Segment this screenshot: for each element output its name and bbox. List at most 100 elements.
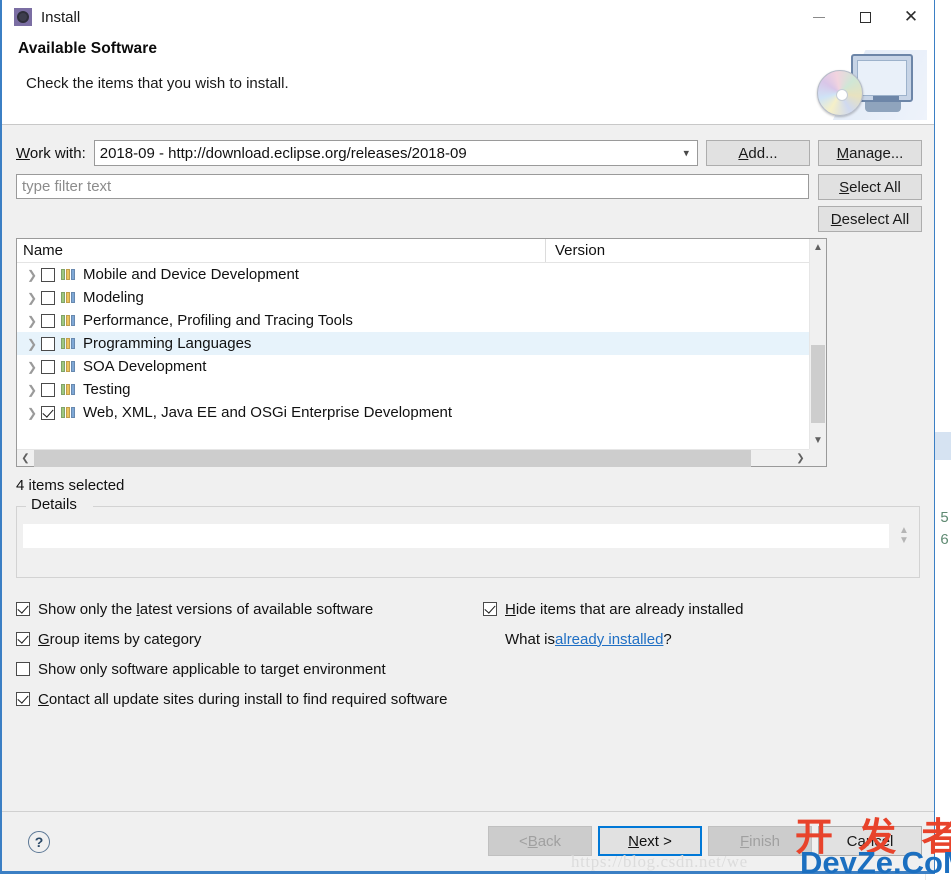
dialog-footer: ? < Back Next > Finish Cancel xyxy=(2,811,934,873)
category-icon xyxy=(61,338,77,350)
manage-button[interactable]: Manage... xyxy=(818,140,922,166)
maximize-icon xyxy=(859,11,871,23)
category-icon xyxy=(61,407,77,419)
category-icon xyxy=(61,361,77,373)
close-icon: ✕ xyxy=(903,6,919,27)
scroll-right-icon[interactable]: ❯ xyxy=(792,450,809,467)
spinner-down-icon[interactable]: ▼ xyxy=(899,536,909,546)
dialog-header: Available Software Check the items that … xyxy=(2,34,934,125)
chevron-right-icon[interactable]: ❯ xyxy=(23,291,41,305)
table-row[interactable]: ❯ SOA Development xyxy=(17,355,826,378)
show-applicable-checkbox[interactable] xyxy=(16,662,30,676)
category-icon xyxy=(61,269,77,281)
chevron-right-icon[interactable]: ❯ xyxy=(23,314,41,328)
minimize-icon xyxy=(813,16,825,18)
row-name: Programming Languages xyxy=(83,335,252,352)
row-checkbox[interactable] xyxy=(41,359,55,374)
select-all-button[interactable]: Select All xyxy=(818,174,922,200)
row-checkbox[interactable] xyxy=(41,382,55,397)
monitor-screen xyxy=(857,60,907,96)
deselect-all-button[interactable]: Deselect All xyxy=(818,206,922,232)
chevron-right-icon[interactable]: ❯ xyxy=(23,406,41,420)
group-by-category-label: Group items by category xyxy=(38,630,202,648)
chevron-down-icon: ▾ xyxy=(683,147,689,160)
what-is-prefix: What is xyxy=(505,630,556,648)
install-gear-icon xyxy=(14,8,32,26)
details-spinner[interactable]: ▲ ▼ xyxy=(897,523,911,549)
row-checkbox[interactable] xyxy=(41,290,55,305)
software-tree[interactable]: Name Version ❯ Mobile and Device Develop… xyxy=(16,238,827,467)
options-left-column: Show only the latest versions of availab… xyxy=(16,594,486,714)
chevron-right-icon[interactable]: ❯ xyxy=(23,268,41,282)
option-hide-installed[interactable]: Hide items that are already installed xyxy=(483,594,743,624)
row-checkbox[interactable] xyxy=(41,313,55,328)
contact-all-checkbox[interactable] xyxy=(16,692,30,706)
hide-installed-checkbox[interactable] xyxy=(483,602,497,616)
table-row[interactable]: ❯ Testing xyxy=(17,378,826,401)
table-row[interactable]: ❯ Web, XML, Java EE and OSGi Enterprise … xyxy=(17,401,826,424)
filter-input[interactable]: type filter text xyxy=(16,174,809,199)
dialog-body: Work with: 2018-09 - http://download.ecl… xyxy=(2,125,934,714)
chevron-right-icon[interactable]: ❯ xyxy=(23,360,41,374)
scroll-up-icon[interactable]: ▲ xyxy=(810,239,826,256)
table-row[interactable]: ❯ Modeling xyxy=(17,286,826,309)
chevron-right-icon[interactable]: ❯ xyxy=(23,337,41,351)
row-checkbox[interactable] xyxy=(41,336,55,351)
show-latest-label: Show only the latest versions of availab… xyxy=(38,600,374,618)
scrollbar-corner xyxy=(809,449,826,466)
help-icon[interactable]: ? xyxy=(28,831,50,853)
scroll-down-icon[interactable]: ▼ xyxy=(810,432,826,449)
cd-and-monitor-icon xyxy=(811,40,927,120)
category-icon xyxy=(61,315,77,327)
show-latest-checkbox[interactable] xyxy=(16,602,30,616)
option-contact-all[interactable]: Contact all update sites during install … xyxy=(16,684,486,714)
already-installed-link[interactable]: already installed xyxy=(555,631,663,648)
status-text: 4 items selected xyxy=(16,477,125,494)
option-show-applicable[interactable]: Show only software applicable to target … xyxy=(16,654,486,684)
work-with-combo[interactable]: 2018-09 - http://download.eclipse.org/re… xyxy=(93,140,698,166)
table-row[interactable]: ❯ Mobile and Device Development xyxy=(17,263,826,286)
hide-installed-label: Hide items that are already installed xyxy=(505,600,744,618)
row-name: Modeling xyxy=(83,289,144,306)
column-header-version[interactable]: Version xyxy=(545,239,826,262)
tree-header: Name Version xyxy=(17,239,826,263)
scroll-left-icon[interactable]: ❮ xyxy=(17,450,34,467)
row-name: Performance, Profiling and Tracing Tools xyxy=(83,312,353,329)
close-button[interactable]: ✕ xyxy=(888,0,934,34)
horizontal-scroll-thumb[interactable] xyxy=(34,449,751,467)
filter-column: type filter text xyxy=(16,174,809,199)
row-checkbox[interactable] xyxy=(41,267,55,282)
next-button[interactable]: Next > xyxy=(598,826,702,856)
tree-body: ❯ Mobile and Device Development ❯ Modeli… xyxy=(17,263,826,466)
row-name: Mobile and Device Development xyxy=(83,266,299,283)
minimize-button[interactable] xyxy=(796,0,842,34)
option-show-latest[interactable]: Show only the latest versions of availab… xyxy=(16,594,486,624)
maximize-button[interactable] xyxy=(842,0,888,34)
table-row[interactable]: ❯ Performance, Profiling and Tracing Too… xyxy=(17,309,826,332)
tree-horizontal-scrollbar[interactable]: ❮ ❯ xyxy=(17,449,809,467)
vertical-scroll-thumb[interactable] xyxy=(811,345,825,423)
add-button[interactable]: Add... xyxy=(706,140,810,166)
back-button[interactable]: < Back xyxy=(488,826,592,856)
row-name: SOA Development xyxy=(83,358,207,375)
group-by-category-checkbox[interactable] xyxy=(16,632,30,646)
work-with-label: Work with: xyxy=(16,144,86,162)
tree-vertical-scrollbar[interactable]: ▲ ▼ xyxy=(809,239,826,449)
row-checkbox[interactable] xyxy=(41,405,55,420)
page-subtitle: Check the items that you wish to install… xyxy=(26,75,289,92)
selection-buttons: Select All Deselect All xyxy=(818,174,922,232)
finish-button[interactable]: Finish xyxy=(708,826,812,856)
table-row[interactable]: ❯ Programming Languages xyxy=(17,332,826,355)
row-name: Testing xyxy=(83,381,131,398)
footer-accent-rule xyxy=(2,871,934,873)
filter-row: type filter text Select All Deselect All xyxy=(2,166,934,232)
chevron-right-icon[interactable]: ❯ xyxy=(23,383,41,397)
column-header-name[interactable]: Name xyxy=(17,239,545,262)
cancel-button[interactable]: Cancel xyxy=(818,826,922,856)
contact-all-label: Contact all update sites during install … xyxy=(38,690,448,708)
title-bar: Install ✕ xyxy=(2,0,934,34)
options-section: Show only the latest versions of availab… xyxy=(2,594,934,714)
monitor-ports-icon xyxy=(873,96,899,100)
show-applicable-label: Show only software applicable to target … xyxy=(38,660,386,678)
option-group-by-category[interactable]: Group items by category xyxy=(16,624,486,654)
